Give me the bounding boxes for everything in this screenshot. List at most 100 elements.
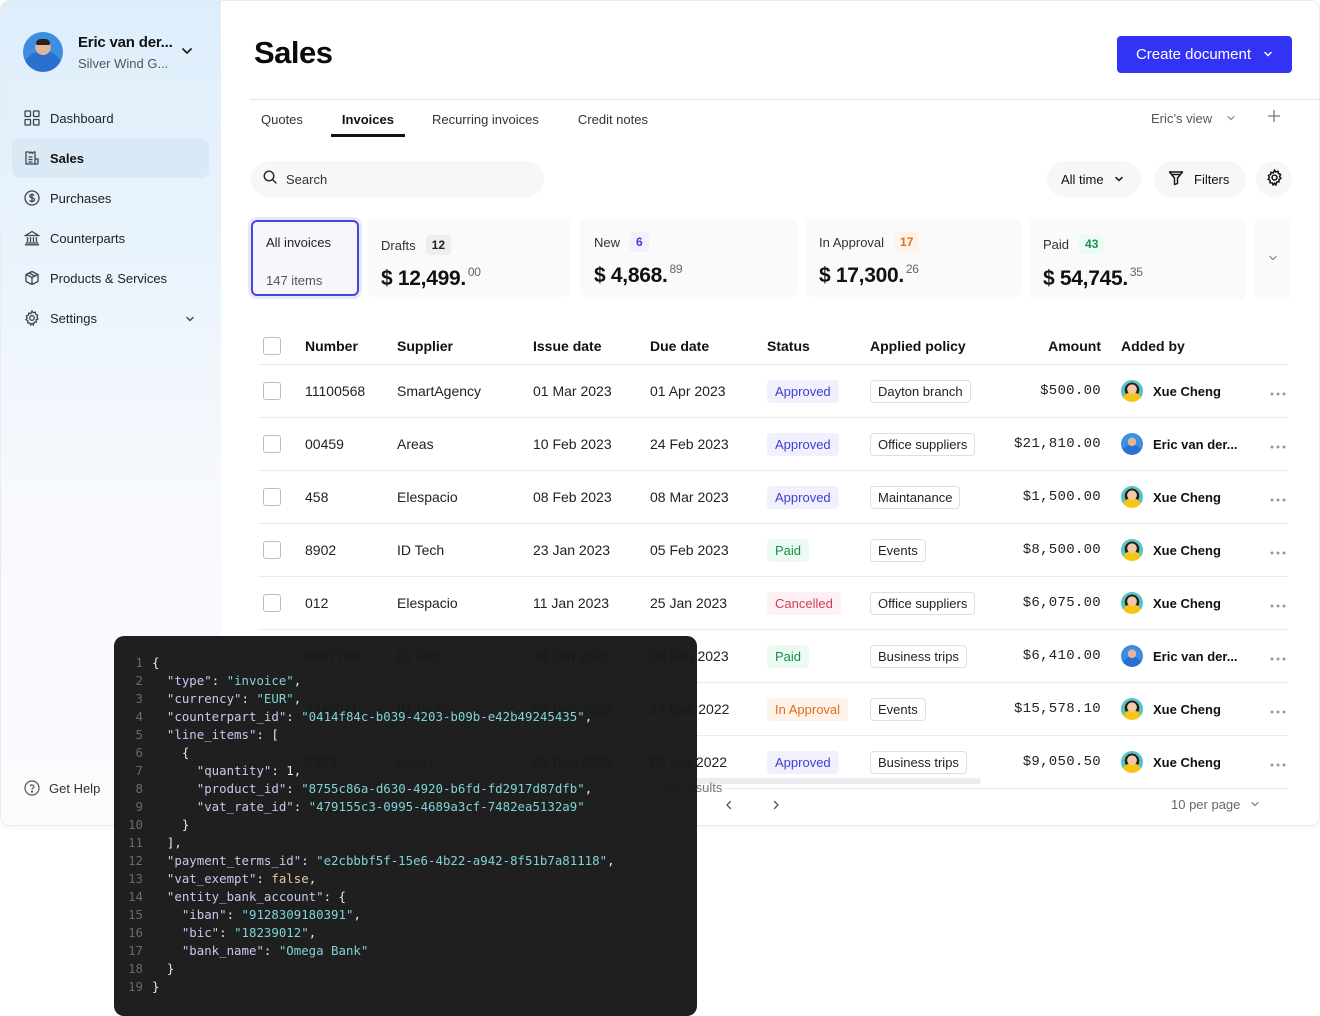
search-box[interactable] bbox=[251, 161, 544, 197]
code-token: , bbox=[308, 925, 317, 940]
cell-amount: $9,050.50 bbox=[1022, 754, 1101, 770]
code-token: false bbox=[271, 871, 309, 886]
card-paid[interactable]: Paid 43 $ 54,745. 35 bbox=[1029, 219, 1246, 299]
amount-whole: $ 17,300. bbox=[819, 264, 904, 287]
row-more-button[interactable] bbox=[1268, 381, 1288, 401]
search-input[interactable] bbox=[286, 171, 526, 187]
sidebar-item-purchases[interactable]: Purchases bbox=[12, 178, 209, 218]
sidebar-item-counterparts[interactable]: Counterparts bbox=[12, 218, 209, 258]
cell-supplier: Areas bbox=[397, 436, 434, 452]
column-header-supplier[interactable]: Supplier bbox=[397, 338, 453, 354]
code-token: "counterpart_id" bbox=[166, 709, 287, 724]
row-more-button[interactable] bbox=[1268, 487, 1288, 507]
sidebar-item-settings[interactable]: Settings bbox=[12, 298, 209, 338]
table-row[interactable]: 012 Elespacio 11 Jan 2023 25 Jan 2023 Cancel… bbox=[258, 577, 1288, 630]
table-row[interactable]: 11100568 SmartAgency 01 Mar 2023 01 Apr 202… bbox=[258, 365, 1288, 418]
per-page-selector[interactable]: 10 per page bbox=[1171, 797, 1260, 812]
card-new[interactable]: New 6 $ 4,868. 89 bbox=[580, 219, 797, 297]
status-badge: Approved bbox=[767, 432, 839, 456]
code-token: , bbox=[353, 907, 361, 922]
column-header-due-date[interactable]: Due date bbox=[650, 338, 709, 354]
column-header-number[interactable]: Number bbox=[305, 338, 358, 354]
status-badge: Approved bbox=[767, 750, 839, 774]
code-token: : bbox=[256, 871, 272, 886]
select-all-checkbox[interactable] bbox=[263, 336, 281, 355]
row-more-button[interactable] bbox=[1268, 540, 1288, 560]
row-more-button[interactable] bbox=[1268, 752, 1288, 772]
sidebar-item-sales[interactable]: Sales bbox=[12, 138, 209, 178]
cell-number: 458 bbox=[305, 489, 329, 505]
profile-switcher[interactable]: Eric van der... Silver Wind G... bbox=[23, 31, 203, 73]
tab-recurring-invoices[interactable]: Recurring invoices bbox=[421, 101, 550, 137]
more-horizontal-icon bbox=[1270, 542, 1286, 558]
line-number: 11 bbox=[128, 835, 143, 850]
line-number: 2 bbox=[135, 673, 143, 688]
card-in-approval[interactable]: In Approval 17 $ 17,300. 26 bbox=[805, 219, 1021, 297]
cell-policy: Office suppliers bbox=[870, 591, 976, 615]
cell-added-by: Xue Cheng bbox=[1121, 751, 1221, 773]
row-more-button[interactable] bbox=[1268, 646, 1288, 666]
row-checkbox[interactable] bbox=[263, 435, 281, 453]
expand-cards-button[interactable] bbox=[1254, 219, 1291, 299]
code-line: 11 ], bbox=[114, 834, 697, 852]
policy-tag: Business trips bbox=[870, 750, 967, 774]
get-help-link[interactable]: Get Help bbox=[23, 779, 100, 797]
code-line: 17 "bank_name": "Omega Bank" bbox=[114, 942, 697, 960]
more-horizontal-icon bbox=[1270, 648, 1286, 664]
view-selector[interactable]: Eric’s view bbox=[1151, 111, 1236, 126]
sidebar-item-dashboard[interactable]: Dashboard bbox=[12, 98, 209, 138]
column-header-applied-policy[interactable]: Applied policy bbox=[870, 338, 966, 354]
line-number: 17 bbox=[128, 943, 143, 958]
added-by-name: Xue Cheng bbox=[1153, 595, 1221, 611]
cell-issue-date: 10 Feb 2023 bbox=[533, 436, 612, 452]
column-header-status[interactable]: Status bbox=[767, 338, 810, 354]
cell-due-date: 08 Mar 2023 bbox=[650, 489, 729, 505]
row-checkbox[interactable] bbox=[263, 382, 281, 400]
help-circle-icon bbox=[23, 779, 41, 797]
code-token: , bbox=[584, 781, 593, 796]
cell-policy: Events bbox=[870, 538, 926, 562]
sidebar-item-products-services[interactable]: Products & Services bbox=[12, 258, 209, 298]
tab-credit-notes[interactable]: Credit notes bbox=[567, 101, 659, 137]
code-line: 3 "currency": "EUR", bbox=[114, 690, 697, 708]
filters-button[interactable]: Filters bbox=[1154, 161, 1246, 197]
time-filter-dropdown[interactable]: All time bbox=[1047, 161, 1141, 197]
code-token: , bbox=[308, 871, 317, 886]
cell-issue-date: 23 Jan 2023 bbox=[533, 542, 611, 558]
column-header-amount[interactable]: Amount bbox=[1048, 338, 1101, 354]
tab-quotes[interactable]: Quotes bbox=[250, 101, 314, 137]
row-checkbox[interactable] bbox=[263, 541, 281, 559]
table-row[interactable]: 00459 Areas 10 Feb 2023 24 Feb 2023 Approved… bbox=[258, 418, 1288, 471]
cell-number: 8902 bbox=[305, 542, 337, 558]
row-checkbox[interactable] bbox=[263, 488, 281, 506]
previous-page-button[interactable] bbox=[721, 798, 737, 814]
row-more-button[interactable] bbox=[1268, 434, 1288, 454]
cell-issue-date: 01 Mar 2023 bbox=[533, 383, 612, 399]
create-document-button[interactable]: Create document bbox=[1117, 36, 1292, 73]
code-token: } bbox=[152, 979, 160, 994]
gear-icon bbox=[1266, 168, 1283, 189]
add-view-button[interactable] bbox=[1264, 108, 1284, 128]
table-row[interactable]: 458 Elespacio 08 Feb 2023 08 Mar 2023 Approv… bbox=[258, 471, 1288, 524]
next-page-button[interactable] bbox=[768, 798, 784, 814]
card-drafts[interactable]: Drafts 12 $ 12,499. 00 bbox=[367, 219, 571, 297]
column-header-added-by[interactable]: Added by bbox=[1121, 338, 1185, 354]
tab-invoices[interactable]: Invoices bbox=[330, 101, 405, 137]
row-more-button[interactable] bbox=[1268, 699, 1288, 719]
added-by-name: Xue Cheng bbox=[1153, 383, 1221, 399]
table-row[interactable]: 8902 ID Tech 23 Jan 2023 05 Feb 2023 Paid Eve… bbox=[258, 524, 1288, 577]
avatar bbox=[23, 32, 63, 72]
card-all-invoices[interactable]: All invoices 147 items bbox=[251, 220, 359, 296]
column-header-issue-date[interactable]: Issue date bbox=[533, 338, 601, 354]
code-token: { bbox=[152, 745, 190, 760]
table-settings-button[interactable] bbox=[1256, 161, 1292, 197]
bank-icon bbox=[23, 229, 41, 247]
code-line: 18 } bbox=[114, 960, 697, 978]
cell-status: Approved bbox=[767, 750, 839, 774]
get-help-label: Get Help bbox=[49, 780, 101, 796]
row-checkbox[interactable] bbox=[263, 594, 281, 612]
cell-added-by: Xue Cheng bbox=[1121, 539, 1221, 561]
row-more-button[interactable] bbox=[1268, 593, 1288, 613]
code-line: 15 "iban": "9128309180391", bbox=[114, 906, 697, 924]
